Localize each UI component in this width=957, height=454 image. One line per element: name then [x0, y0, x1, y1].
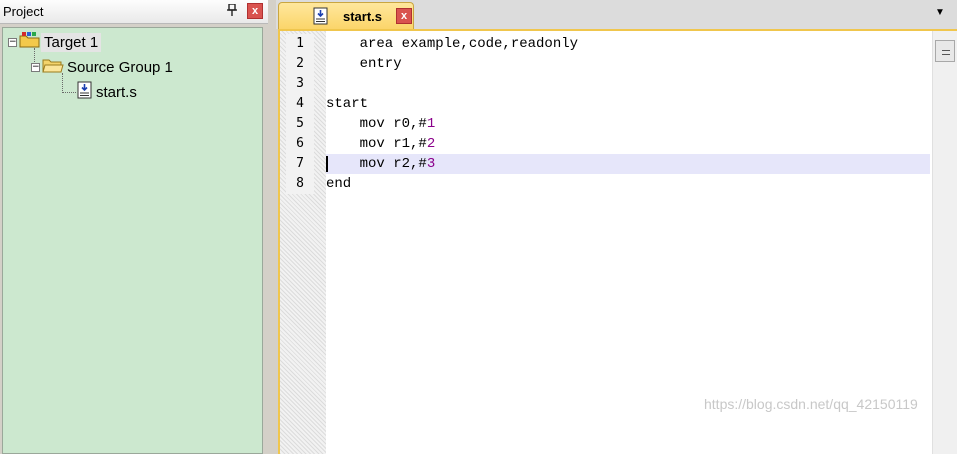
code-line[interactable]: end: [326, 174, 930, 194]
code-line[interactable]: mov r0,#1: [326, 114, 930, 134]
project-panel: Project x − Target 1 − Source Group 1 st…: [0, 0, 268, 454]
code-line[interactable]: area example,code,readonly: [326, 34, 930, 54]
number-literal: 2: [426, 136, 436, 152]
code-line[interactable]: entry: [326, 54, 930, 74]
vertical-scrollbar[interactable]: [932, 31, 957, 454]
text-caret: [326, 156, 328, 172]
line-number: 8: [286, 174, 314, 194]
tree-item-target[interactable]: − Target 1: [8, 31, 102, 53]
folder-icon: [42, 57, 64, 77]
line-number: 7: [286, 154, 314, 174]
code-line[interactable]: start: [326, 94, 930, 114]
tab-strip: start.s x ▼: [276, 0, 957, 29]
asm-file-icon: [313, 7, 329, 30]
start-file-label: start.s: [96, 83, 137, 101]
line-number: 1: [286, 34, 314, 54]
tab-list-dropdown-icon[interactable]: ▼: [934, 7, 946, 19]
tab-label: start.s: [343, 9, 383, 24]
line-number: 2: [286, 54, 314, 74]
panel-title: Project: [3, 4, 44, 19]
scroll-grip-icon: [942, 50, 950, 55]
target-icon: [19, 31, 41, 53]
collapse-group-icon[interactable]: −: [31, 62, 40, 72]
project-titlebar: Project x: [0, 0, 268, 24]
line-number: 3: [286, 74, 314, 94]
code-line[interactable]: mov r1,#2: [326, 134, 930, 154]
code-text: area example,code,readonly: [326, 36, 579, 52]
tree-item-source-group[interactable]: − Source Group 1: [31, 57, 176, 77]
code-line[interactable]: mov r2,#3: [326, 154, 930, 174]
code-line[interactable]: [326, 74, 930, 94]
source-group-label: Source Group 1: [67, 58, 173, 76]
asm-file-icon: [77, 81, 93, 103]
code-area[interactable]: area example,code,readonly entry start mo…: [326, 31, 932, 454]
line-number: 4: [286, 94, 314, 114]
project-tree: − Target 1 − Source Group 1 start.s: [2, 27, 263, 454]
target-label: Target 1: [41, 32, 102, 52]
editor-area: start.s x ▼ 12345678 area example,code,r…: [276, 0, 957, 454]
close-tab-button[interactable]: x: [396, 8, 412, 24]
close-panel-button[interactable]: x: [247, 3, 263, 19]
line-number-gutter: 12345678: [280, 31, 326, 454]
number-literal: 1: [426, 116, 436, 132]
line-number: 5: [286, 114, 314, 134]
code-text: entry: [326, 56, 402, 72]
scroll-thumb[interactable]: [935, 40, 955, 62]
collapse-target-icon[interactable]: −: [8, 37, 17, 47]
code-text: mov r2,#: [326, 156, 427, 172]
tree-item-start-file[interactable]: start.s: [77, 81, 140, 103]
pin-icon[interactable]: [224, 3, 240, 20]
code-text: mov r0,#: [326, 116, 427, 132]
code-text: mov r1,#: [326, 136, 427, 152]
code-text: end: [326, 176, 352, 192]
tree-connector: [62, 92, 76, 93]
line-number: 6: [286, 134, 314, 154]
code-editor[interactable]: 12345678 area example,code,readonly entr…: [278, 29, 957, 454]
code-text: start: [326, 96, 369, 112]
watermark: https://blog.csdn.net/qq_42150119: [704, 396, 918, 412]
number-literal: 3: [426, 156, 436, 172]
tab-start-s[interactable]: start.s x: [278, 2, 414, 29]
